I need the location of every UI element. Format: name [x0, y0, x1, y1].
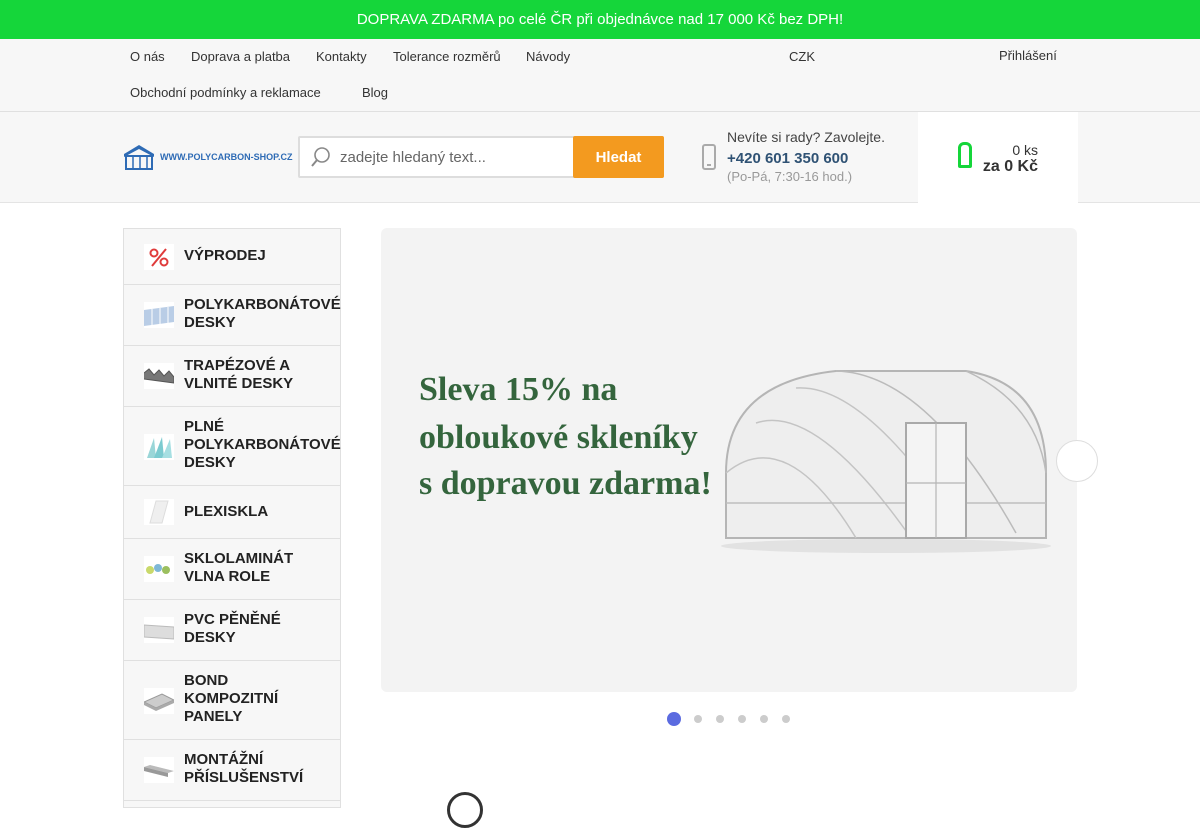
nav-item-label: Návody — [526, 49, 571, 64]
nav-item-label: Obchodní podmínky a reklamace — [130, 85, 321, 100]
search-bar: Hledat — [298, 136, 664, 178]
category-label: POLYKARBONÁTOVÉ DESKY — [184, 296, 341, 331]
category-label: SKLOLAMINÁT VLNA ROLE — [184, 550, 294, 585]
category-item-sklolaminat[interactable]: SKLOLAMINÁT VLNA ROLE — [124, 539, 340, 600]
category-item-plne-polykarbonatove-desky[interactable]: PLNÉ POLYKARBONÁTOVÉ DESKY — [124, 407, 341, 486]
search-icon — [310, 146, 332, 173]
mounting-accessories-icon — [144, 757, 174, 783]
slide-headline-line-2: obloukové skleníky — [419, 419, 698, 456]
login-link[interactable]: Přihlášení — [999, 48, 1057, 63]
pvc-foam-board-icon — [144, 617, 174, 643]
category-label: BOND KOMPOZITNÍ PANELY — [184, 672, 279, 725]
category-label: MONTÁŽNÍ PŘÍSLUŠENSTVÍ — [184, 751, 304, 786]
slider-next-button[interactable] — [1056, 440, 1098, 482]
phone-icon — [702, 144, 716, 170]
slide-headline-line-1: Sleva 15% na — [419, 371, 618, 408]
nav-item-navody[interactable]: Návody — [526, 49, 576, 64]
cart-icon — [958, 142, 972, 168]
nav-item-doprava[interactable]: Doprava a platba — [191, 49, 290, 64]
help-label: Nevíte si rady? Zavolejte. — [727, 129, 885, 145]
solid-polycarbonate-icon — [144, 434, 174, 460]
category-item-bond-kompozitni-panely[interactable]: BOND KOMPOZITNÍ PANELY — [124, 661, 340, 740]
cart-total: za 0 Kč — [982, 158, 1038, 175]
cart-count: 0 ks — [1012, 142, 1038, 158]
nav-item-kontakty[interactable]: Kontakty — [316, 49, 367, 64]
slide-headline-line-3: s dopravou zdarma! — [419, 465, 712, 502]
top-navigation: O nás Doprava a platba Kontakty Toleranc… — [0, 39, 1200, 112]
help-phone-number[interactable]: +420 601 350 600 — [727, 150, 848, 167]
currency-select[interactable]: CZK — [789, 49, 818, 64]
percent-icon — [144, 244, 174, 270]
announcement-text: DOPRAVA ZDARMA po celé ČR při objednávce… — [356, 11, 844, 28]
nav-item-tolerance[interactable]: Tolerance rozměrů — [393, 49, 501, 64]
slider-dot[interactable] — [667, 712, 681, 726]
corrugated-sheet-icon — [144, 363, 174, 389]
composite-panel-icon — [144, 688, 174, 714]
nav-item-blog[interactable]: Blog — [362, 85, 388, 100]
category-label: VÝPRODEJ — [184, 247, 266, 264]
slider-dot[interactable] — [738, 715, 746, 723]
slider-dot[interactable] — [716, 715, 724, 723]
category-item-polykarbonatove-desky[interactable]: POLYKARBONÁTOVÉ DESKY — [124, 285, 341, 346]
category-item-plexiskla[interactable]: PLEXISKLA — [124, 486, 340, 539]
category-label: PVC PĚNĚNÉ DESKY — [184, 611, 281, 646]
currency-label: CZK — [789, 49, 815, 64]
slider-dot[interactable] — [760, 715, 768, 723]
search-input[interactable] — [340, 138, 570, 176]
promo-slider[interactable]: Sleva 15% na obloukové skleníky s doprav… — [381, 228, 1077, 692]
slider-dot[interactable] — [782, 715, 790, 723]
category-label: PLEXISKLA — [184, 503, 269, 520]
category-label: PLNÉ POLYKARBONÁTOVÉ DESKY — [184, 418, 341, 471]
nav-item-obchodni-podminky[interactable]: Obchodní podmínky a reklamace — [130, 85, 327, 100]
category-item-trapezove-desky[interactable]: TRAPÉZOVÉ A VLNITÉ DESKY — [124, 346, 340, 407]
polycarbonate-sheet-icon — [144, 302, 174, 328]
site-header: WWW.POLYCARBON-SHOP.CZ Hledat Nevíte si … — [0, 112, 1200, 203]
circle-icon — [447, 792, 483, 828]
site-logo[interactable]: WWW.POLYCARBON-SHOP.CZ — [122, 142, 293, 172]
category-sidebar: VÝPRODEJ POLYKARBONÁTOVÉ DESKY TRAPÉZOVÉ… — [123, 228, 341, 808]
help-hours: (Po-Pá, 7:30-16 hod.) — [727, 169, 853, 184]
slider-pagination — [667, 712, 797, 726]
category-item-vyprodej[interactable]: VÝPRODEJ — [124, 229, 340, 285]
plexiglass-icon — [144, 499, 174, 525]
fiberglass-roll-icon — [144, 556, 174, 582]
category-item-pvc-penene-desky[interactable]: PVC PĚNĚNÉ DESKY — [124, 600, 340, 661]
category-item-montazni-prislusenstvi[interactable]: MONTÁŽNÍ PŘÍSLUŠENSTVÍ — [124, 740, 340, 801]
logo-greenhouse-icon — [124, 145, 154, 170]
announcement-bar: DOPRAVA ZDARMA po celé ČR při objednávce… — [0, 0, 1200, 39]
search-button[interactable]: Hledat — [573, 136, 664, 178]
category-label: TRAPÉZOVÉ A VLNITÉ DESKY — [184, 357, 294, 392]
nav-item-o-nas[interactable]: O nás — [130, 49, 165, 64]
cart-widget[interactable]: 0 ks za 0 Kč — [918, 112, 1078, 203]
slider-dot[interactable] — [694, 715, 702, 723]
greenhouse-image — [721, 370, 1051, 553]
logo-text: WWW.POLYCARBON-SHOP.CZ — [160, 152, 293, 162]
